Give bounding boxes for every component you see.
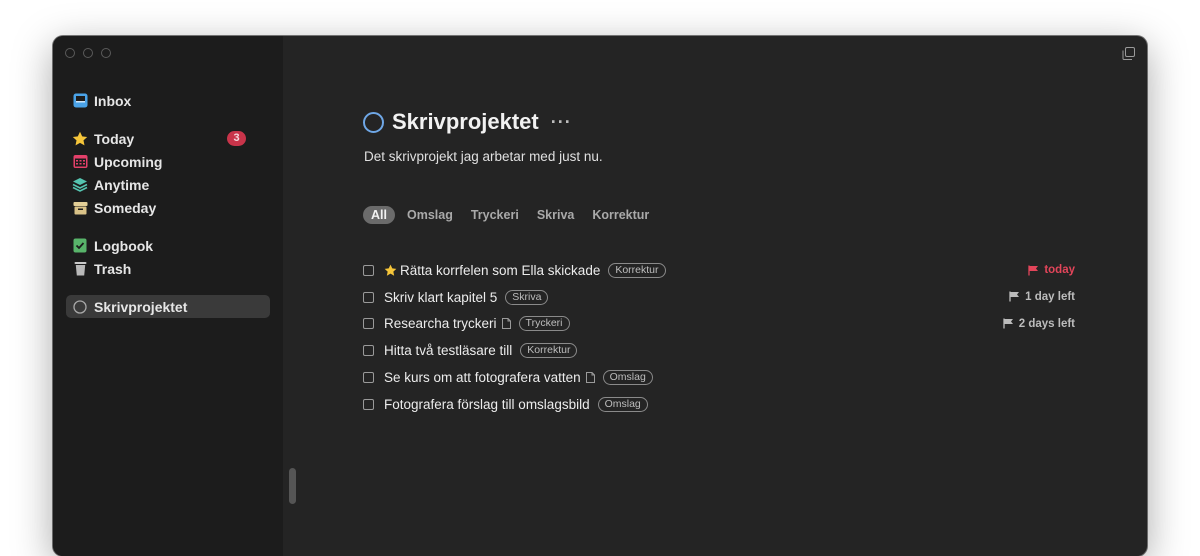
zoom-window-button[interactable] (101, 48, 111, 58)
project-view: Skrivprojektet ··· Det skrivprojekt jag … (283, 36, 1147, 556)
sidebar-item-label: Trash (94, 260, 132, 277)
todo-checkbox[interactable] (363, 372, 374, 384)
sidebar-item-inbox[interactable]: Inbox (66, 89, 270, 112)
sidebar-item-label: Upcoming (94, 153, 163, 170)
deadline-text: 1 day left (1025, 290, 1075, 303)
filter-omslag[interactable]: Omslag (401, 206, 459, 224)
todo-tag[interactable]: Omslag (602, 370, 653, 386)
close-window-button[interactable] (65, 48, 75, 58)
todo-tag[interactable]: Skriva (505, 289, 549, 305)
sidebar-item-upcoming[interactable]: Upcoming (66, 150, 270, 173)
filter-tryckeri[interactable]: Tryckeri (465, 206, 525, 224)
layers-icon (72, 177, 88, 193)
sidebar-item-label: Logbook (94, 237, 154, 254)
todo-title: Se kurs om att fotografera vatten (384, 370, 581, 386)
today-count-badge: 3 (227, 131, 246, 146)
sidebar-item-label: Anytime (94, 176, 150, 193)
sidebar-item-label: Someday (94, 199, 157, 216)
todo-item[interactable]: Fotografera förslag till omslagsbild Oms… (363, 391, 1075, 418)
todo-checkbox[interactable] (363, 318, 374, 330)
todo-title: Skriv klart kapitel 5 (384, 289, 498, 305)
todo-item[interactable]: Se kurs om att fotografera vatten Omslag (363, 364, 1075, 391)
deadline-text: 2 days left (1018, 317, 1075, 330)
flag-icon (1028, 265, 1039, 276)
flag-icon (1009, 291, 1020, 302)
sidebar: Inbox Today 3 Upcoming Anytime Someday L… (53, 36, 283, 556)
flag-icon (1003, 318, 1014, 329)
filter-skriva[interactable]: Skriva (531, 206, 581, 224)
todo-checkbox[interactable] (363, 264, 374, 276)
more-options-button[interactable]: ··· (551, 112, 572, 133)
deadline-text: today (1044, 264, 1075, 276)
sidebar-item-label: Skrivprojektet (94, 298, 188, 315)
sidebar-item-skrivprojektet[interactable]: Skrivprojektet (66, 295, 270, 318)
todo-title: Fotografera förslag till omslagsbild (384, 396, 590, 412)
project-header: Skrivprojektet ··· (363, 109, 572, 135)
deadline: today (1028, 264, 1075, 276)
todo-title: Researcha tryckeri (384, 316, 497, 332)
todo-checkbox[interactable] (363, 345, 374, 357)
sidebar-item-today[interactable]: Today 3 (66, 127, 270, 150)
filter-korrektur[interactable]: Korrektur (586, 206, 655, 224)
todo-item[interactable]: Hitta två testläsare till Korrektur (363, 337, 1075, 364)
note-icon (585, 372, 595, 384)
inbox-icon (72, 93, 88, 109)
todo-checkbox[interactable] (363, 291, 374, 303)
window-controls (65, 48, 111, 58)
todo-tag[interactable]: Korrektur (608, 262, 666, 278)
project-notes[interactable]: Det skrivprojekt jag arbetar med just nu… (364, 149, 603, 164)
calendar-icon (72, 154, 88, 170)
deadline: 1 day left (1009, 291, 1075, 303)
todo-item[interactable]: Rätta korrfelen som Ella skickade Korrek… (363, 257, 1075, 284)
archive-box-icon (72, 200, 88, 216)
todo-tag[interactable]: Omslag (597, 396, 648, 412)
todo-item[interactable]: Researcha tryckeri Tryckeri 2 days left (363, 311, 1075, 338)
deadline: 2 days left (1003, 318, 1075, 330)
sidebar-item-someday[interactable]: Someday (66, 196, 270, 219)
sidebar-item-label: Today (94, 130, 135, 147)
app-window: Inbox Today 3 Upcoming Anytime Someday L… (53, 36, 1147, 556)
project-progress-circle-icon[interactable] (363, 111, 384, 133)
minimize-window-button[interactable] (83, 48, 93, 58)
sidebar-item-label: Inbox (94, 92, 132, 109)
todo-list: Rätta korrfelen som Ella skickade Korrek… (363, 257, 1075, 418)
project-circle-icon (72, 299, 88, 315)
page-title[interactable]: Skrivprojektet (392, 109, 539, 135)
todo-tag[interactable]: Korrektur (520, 343, 578, 359)
sidebar-item-anytime[interactable]: Anytime (66, 173, 270, 196)
todo-title: Hitta två testläsare till (384, 343, 513, 359)
todo-title: Rätta korrfelen som Ella skickade (400, 262, 601, 278)
star-icon (72, 131, 88, 147)
todo-item[interactable]: Skriv klart kapitel 5 Skriva 1 day left (363, 284, 1075, 311)
todo-tag[interactable]: Tryckeri (518, 316, 570, 332)
todo-checkbox[interactable] (363, 398, 374, 410)
sidebar-item-trash[interactable]: Trash (66, 257, 270, 280)
note-icon (501, 318, 511, 330)
logbook-check-icon (72, 238, 88, 254)
filter-all[interactable]: All (363, 206, 395, 224)
star-icon (384, 264, 397, 277)
tag-filter-bar: All Omslag Tryckeri Skriva Korrektur (363, 206, 655, 224)
trash-icon (72, 261, 88, 277)
sidebar-item-logbook[interactable]: Logbook (66, 234, 270, 257)
